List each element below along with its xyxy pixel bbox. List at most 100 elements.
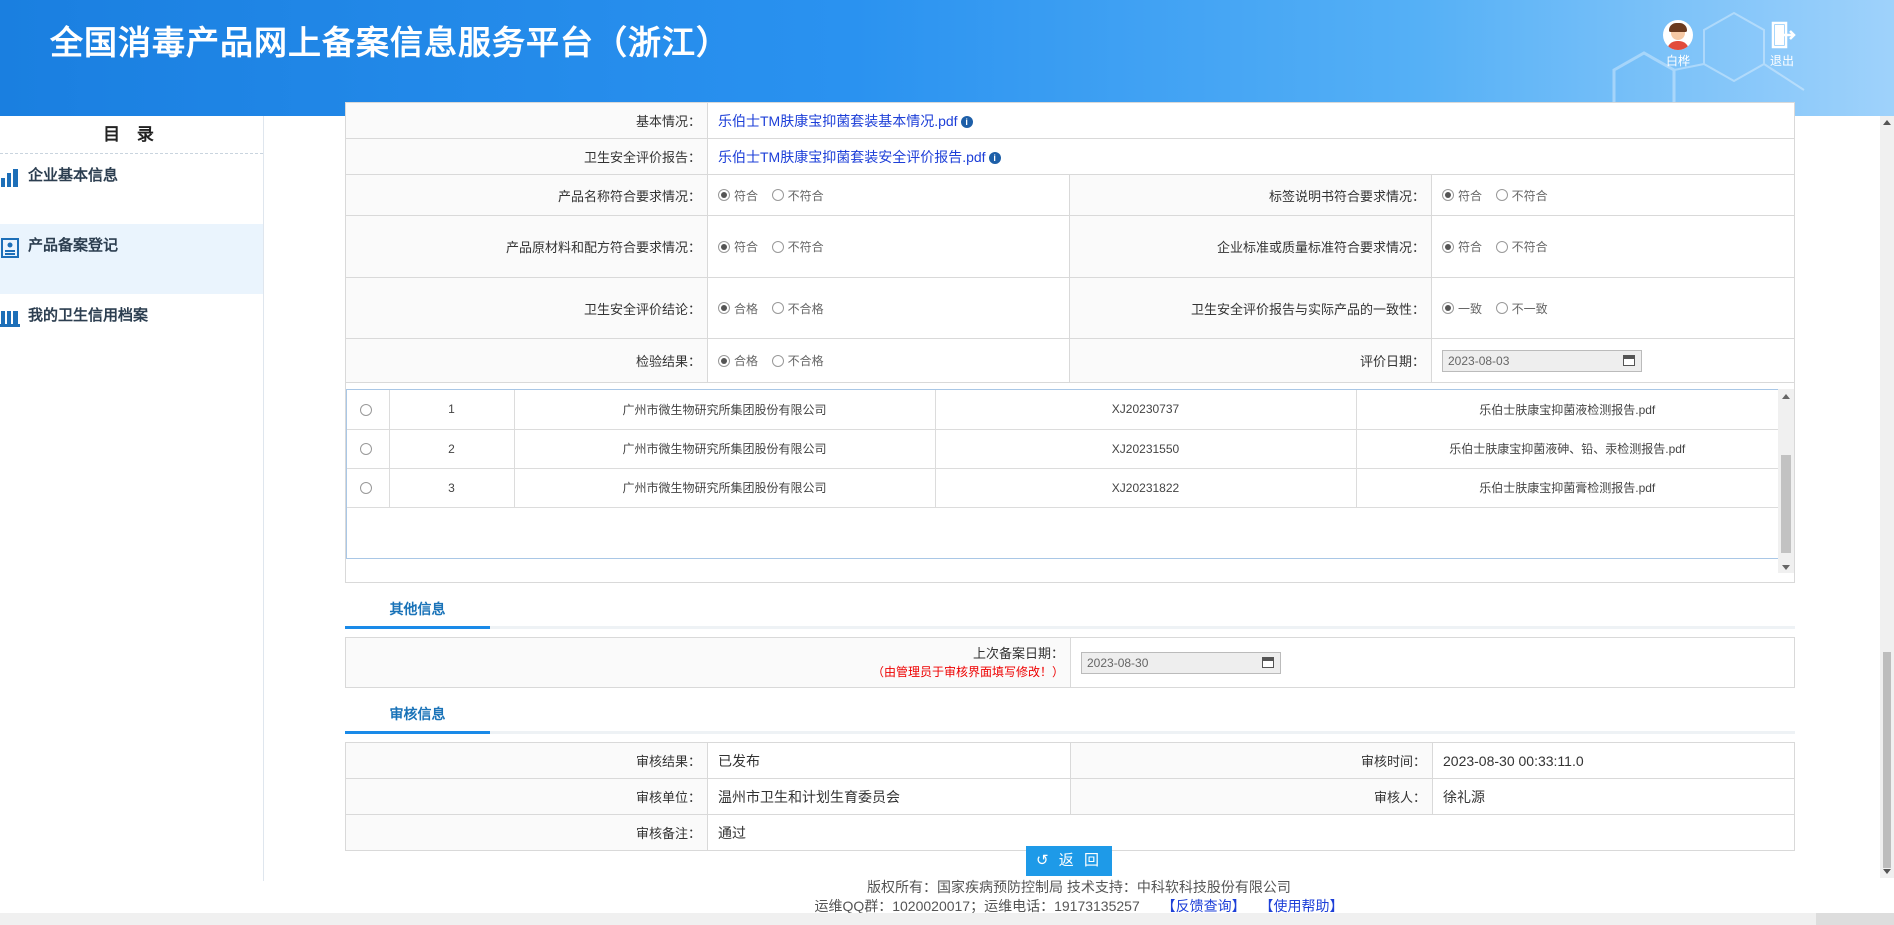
review-time-value: 2023-08-30 00:33:11.0 bbox=[1432, 742, 1795, 779]
standard-requirement-label: 企业标准或质量标准符合要求情况： bbox=[1069, 215, 1432, 278]
basic-info-pdf-link[interactable]: 乐伯士TM肤康宝抑菌套装基本情况.pdf bbox=[718, 113, 958, 129]
material-requirement-options: 符合 不符合 bbox=[707, 215, 1070, 278]
safety-report-value: 乐伯士TM肤康宝抑菌套装安全评价报告.pdf i bbox=[707, 138, 1795, 175]
app-title: 全国消毒产品网上备案信息服务平台（浙江） bbox=[50, 24, 730, 61]
review-info-header: 审核信息 bbox=[345, 694, 1795, 734]
radio-comply[interactable] bbox=[1442, 189, 1454, 202]
id-card-icon bbox=[1, 238, 19, 258]
eval-date-input[interactable]: 2023-08-03 bbox=[1442, 349, 1642, 372]
scroll-up-icon[interactable] bbox=[1883, 120, 1891, 125]
report-no: 3 bbox=[389, 468, 515, 508]
consistency-options: 一致 不一致 bbox=[1431, 277, 1795, 339]
label-requirement-options: 符合 不符合 bbox=[1431, 174, 1795, 216]
user-avatar-icon bbox=[1663, 20, 1693, 50]
radio-consistent[interactable] bbox=[1442, 302, 1454, 315]
material-requirement-label: 产品原材料和配方符合要求情况： bbox=[345, 215, 708, 278]
report-code: XJ20231550 bbox=[935, 429, 1357, 469]
logout-label: 退出 bbox=[1769, 54, 1794, 68]
info-icon[interactable]: i bbox=[988, 152, 1001, 165]
sidebar-item-product-filing[interactable]: 产品备案登记 bbox=[0, 224, 263, 294]
review-result-value: 已发布 bbox=[707, 742, 1071, 779]
sidebar-item-label: 产品备案登记 bbox=[28, 237, 119, 254]
table-row[interactable]: 3 广州市微生物研究所集团股份有限公司 XJ20231822 乐伯士肤康宝抑菌膏… bbox=[347, 468, 1779, 508]
table-row[interactable]: 2 广州市微生物研究所集团股份有限公司 XJ20231550 乐伯士肤康宝抑菌液… bbox=[347, 429, 1779, 469]
reviewer-label: 审核人： bbox=[1070, 778, 1433, 815]
safety-report-pdf-link[interactable]: 乐伯士TM肤康宝抑菌套装安全评价报告.pdf bbox=[718, 149, 986, 165]
report-org: 广州市微生物研究所集团股份有限公司 bbox=[514, 429, 936, 469]
radio-comply[interactable] bbox=[718, 240, 730, 253]
reviewer-value: 徐礼源 bbox=[1432, 778, 1795, 815]
radio-noncomply[interactable] bbox=[1495, 189, 1508, 202]
safety-conclusion-label: 卫生安全评价结论： bbox=[345, 277, 708, 339]
eval-date-cell: 2023-08-03 bbox=[1431, 338, 1795, 383]
app-header: 全国消毒产品网上备案信息服务平台（浙江） 白桦 退出 bbox=[0, 0, 1894, 116]
report-grid: 1 广州市微生物研究所集团股份有限公司 XJ20230737 乐伯士肤康宝抑菌液… bbox=[346, 389, 1780, 559]
scroll-thumb[interactable] bbox=[1781, 455, 1791, 553]
row-select-radio[interactable] bbox=[359, 443, 372, 456]
row-select-radio[interactable] bbox=[359, 404, 372, 417]
calendar-icon[interactable] bbox=[1623, 354, 1635, 366]
report-no: 2 bbox=[389, 429, 515, 469]
radio-noncomply[interactable] bbox=[771, 189, 784, 202]
user-name: 白桦 bbox=[1665, 54, 1690, 68]
logout-icon bbox=[1771, 21, 1796, 49]
user-menu[interactable]: 白桦 bbox=[1648, 20, 1708, 69]
report-file[interactable]: 乐伯士肤康宝抑菌液检测报告.pdf bbox=[1356, 390, 1779, 430]
radio-pass[interactable] bbox=[718, 354, 730, 367]
sidebar: 目 录 企业基本信息 产品备案登记 我的卫生信用档案 bbox=[0, 116, 264, 881]
logout-button[interactable]: 退出 bbox=[1752, 20, 1812, 69]
footer: 版权所有：国家疾病预防控制局 技术支持：中科软科技股份有限公司 运维QQ群：10… bbox=[264, 878, 1894, 916]
archive-icon bbox=[0, 311, 20, 327]
sidebar-item-company-info[interactable]: 企业基本信息 bbox=[0, 154, 263, 224]
name-requirement-options: 符合 不符合 bbox=[707, 174, 1070, 216]
radio-comply[interactable] bbox=[1442, 240, 1454, 253]
radio-pass[interactable] bbox=[718, 302, 730, 315]
radio-noncomply[interactable] bbox=[1495, 240, 1508, 253]
scroll-down-icon[interactable] bbox=[1782, 565, 1790, 570]
footer-copyright: 版权所有：国家疾病预防控制局 技术支持：中科软科技股份有限公司 bbox=[867, 879, 1291, 895]
info-icon[interactable]: i bbox=[960, 116, 973, 129]
scrollbar-corner bbox=[1816, 913, 1894, 925]
report-grid-container: 1 广州市微生物研究所集团股份有限公司 XJ20230737 乐伯士肤康宝抑菌液… bbox=[345, 383, 1795, 583]
inspection-result-label: 检验结果： bbox=[345, 338, 708, 383]
page-horizontal-scrollbar[interactable] bbox=[0, 913, 1894, 925]
name-requirement-label: 产品名称符合要求情况： bbox=[345, 174, 708, 216]
scroll-up-icon[interactable] bbox=[1782, 394, 1790, 399]
review-result-label: 审核结果： bbox=[345, 742, 708, 779]
radio-comply[interactable] bbox=[718, 189, 730, 202]
last-filing-date-note: （由管理员于审核界面填写修改！） bbox=[871, 664, 1064, 679]
evaluation-form: 基本情况： 乐伯士TM肤康宝抑菌套装基本情况.pdf i 卫生安全评价报告： 乐伯… bbox=[345, 102, 1795, 383]
review-unit-label: 审核单位： bbox=[345, 778, 708, 815]
standard-requirement-options: 符合 不符合 bbox=[1431, 215, 1795, 278]
report-grid-scrollbar[interactable] bbox=[1778, 389, 1794, 573]
calendar-icon[interactable] bbox=[1262, 656, 1274, 668]
feedback-link[interactable]: 【反馈查询】 bbox=[1162, 898, 1246, 914]
review-remark-value: 通过 bbox=[707, 814, 1795, 851]
radio-inconsistent[interactable] bbox=[1495, 302, 1508, 315]
report-file[interactable]: 乐伯士肤康宝抑菌液砷、铅、汞检测报告.pdf bbox=[1356, 429, 1779, 469]
sidebar-item-credit-archive[interactable]: 我的卫生信用档案 bbox=[0, 294, 263, 364]
report-no: 1 bbox=[389, 390, 515, 430]
page-vertical-scrollbar[interactable] bbox=[1880, 116, 1894, 878]
scroll-down-icon[interactable] bbox=[1883, 869, 1891, 874]
review-time-label: 审核时间： bbox=[1070, 742, 1433, 779]
help-link[interactable]: 【使用帮助】 bbox=[1260, 898, 1344, 914]
back-button[interactable]: ↺ 返 回 bbox=[1026, 846, 1112, 876]
report-org: 广州市微生物研究所集团股份有限公司 bbox=[514, 468, 936, 508]
radio-fail[interactable] bbox=[771, 302, 784, 315]
other-info-tab[interactable]: 其他信息 bbox=[345, 593, 490, 629]
eval-date-label: 评价日期： bbox=[1069, 338, 1432, 383]
scroll-thumb[interactable] bbox=[1883, 652, 1891, 868]
last-filing-date-input[interactable]: 2023-08-30 bbox=[1081, 651, 1281, 674]
report-file[interactable]: 乐伯士肤康宝抑菌膏检测报告.pdf bbox=[1356, 468, 1779, 508]
radio-noncomply[interactable] bbox=[771, 240, 784, 253]
inspection-result-options: 合格 不合格 bbox=[707, 338, 1070, 383]
review-info-table: 审核结果： 已发布 审核时间： 2023-08-30 00:33:11.0 审核… bbox=[345, 742, 1795, 851]
review-remark-label: 审核备注： bbox=[345, 814, 708, 851]
row-select-radio[interactable] bbox=[359, 482, 372, 495]
basic-info-label: 基本情况： bbox=[345, 102, 708, 139]
review-info-tab[interactable]: 审核信息 bbox=[345, 698, 490, 734]
table-row[interactable]: 1 广州市微生物研究所集团股份有限公司 XJ20230737 乐伯士肤康宝抑菌液… bbox=[347, 390, 1779, 430]
radio-fail[interactable] bbox=[771, 354, 784, 367]
report-code: XJ20230737 bbox=[935, 390, 1357, 430]
